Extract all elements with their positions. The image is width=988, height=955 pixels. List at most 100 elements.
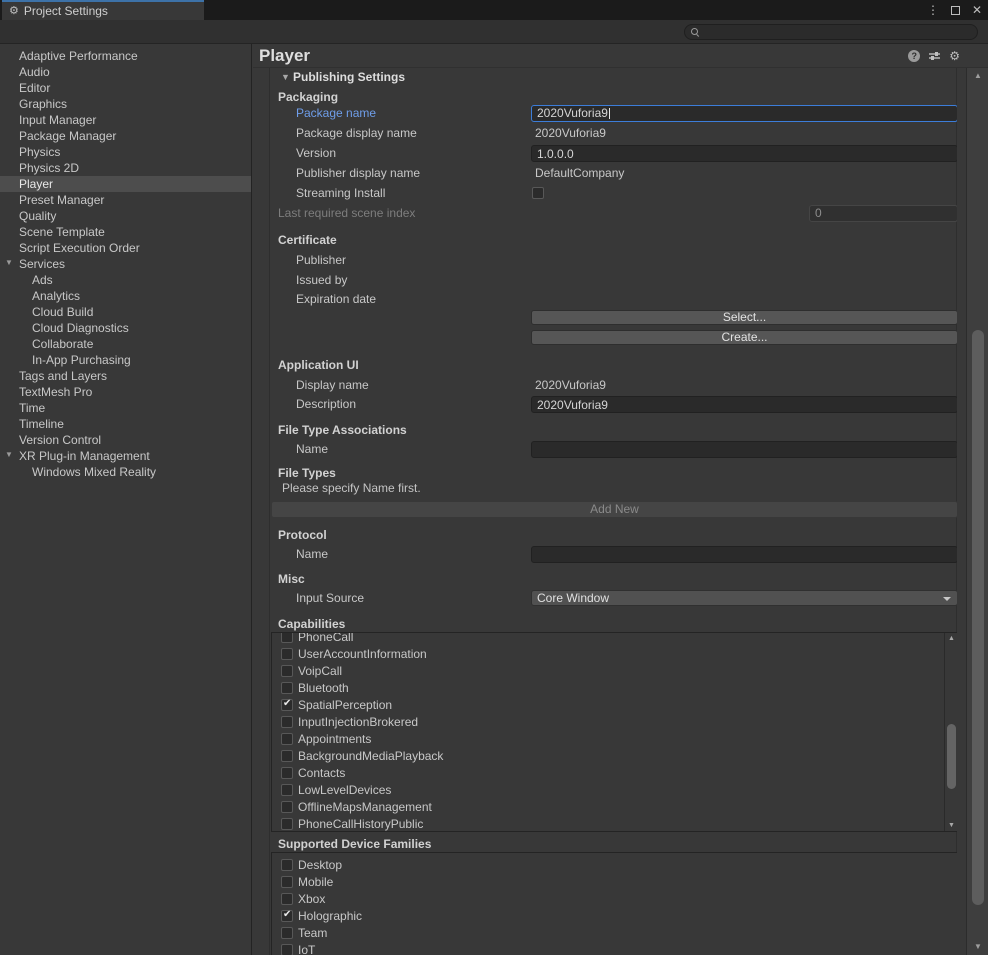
capability-row[interactable]: OfflineMapsManagement: [272, 798, 943, 815]
device-family-row[interactable]: Xbox: [272, 890, 943, 907]
sidebar-item[interactable]: ▼ Time: [0, 400, 251, 416]
capability-row[interactable]: InputInjectionBrokered: [272, 713, 943, 730]
sidebar-item[interactable]: ▼ Graphics: [0, 96, 251, 112]
capability-row[interactable]: UserAccountInformation: [272, 645, 943, 662]
capability-row[interactable]: Contacts: [272, 764, 943, 781]
capability-checkbox[interactable]: [281, 801, 293, 813]
protocol-header: Protocol: [278, 527, 327, 543]
scroll-down-arrow-icon[interactable]: ▼: [947, 822, 956, 829]
sidebar-item[interactable]: ▼ Ads: [0, 272, 251, 288]
capability-checkbox[interactable]: [281, 767, 293, 779]
streaming-install-checkbox[interactable]: [532, 187, 544, 199]
capability-row[interactable]: Appointments: [272, 730, 943, 747]
publishing-settings-foldout[interactable]: ▼ Publishing Settings: [253, 68, 957, 86]
preset-icon[interactable]: [928, 50, 941, 62]
main-scrollbar[interactable]: ▲ ▼: [966, 68, 988, 955]
device-family-row[interactable]: Team: [272, 924, 943, 941]
sidebar-item[interactable]: ▼ Services: [0, 256, 251, 272]
help-icon[interactable]: ?: [908, 50, 920, 62]
panel-settings-gear-icon[interactable]: ⚙: [949, 50, 960, 62]
certificate-publisher-label: Publisher: [296, 252, 346, 269]
sidebar-item[interactable]: ▼ Physics: [0, 144, 251, 160]
capability-checkbox[interactable]: [281, 648, 293, 660]
capability-row[interactable]: BackgroundMediaPlayback: [272, 747, 943, 764]
certificate-select-button[interactable]: Select...: [531, 310, 957, 325]
sidebar-item[interactable]: ▼ Player: [0, 176, 251, 192]
sidebar-item[interactable]: ▼ Scene Template: [0, 224, 251, 240]
capability-checkbox[interactable]: [281, 716, 293, 728]
capability-checkbox[interactable]: [281, 733, 293, 745]
device-family-checkbox[interactable]: [281, 859, 293, 871]
sidebar-item[interactable]: ▼ Quality: [0, 208, 251, 224]
foldout-arrow-icon[interactable]: ▼: [5, 450, 13, 459]
sidebar-item-label: In-App Purchasing: [32, 353, 131, 367]
search-input[interactable]: [704, 26, 971, 38]
sidebar-item[interactable]: ▼ Version Control: [0, 432, 251, 448]
capability-row[interactable]: LowLevelDevices: [272, 781, 943, 798]
sidebar-item[interactable]: ▼ Collaborate: [0, 336, 251, 352]
device-family-checkbox[interactable]: [281, 944, 293, 955]
close-icon[interactable]: ✕: [972, 4, 982, 16]
package-display-name-label: Package display name: [296, 125, 417, 142]
protocol-name-field[interactable]: [531, 546, 957, 563]
device-family-checkbox[interactable]: [281, 927, 293, 939]
version-field[interactable]: [531, 145, 957, 162]
device-family-checkbox[interactable]: [281, 893, 293, 905]
sidebar-item[interactable]: ▼ Input Manager: [0, 112, 251, 128]
capability-checkbox[interactable]: [281, 682, 293, 694]
scroll-down-arrow-icon[interactable]: ▼: [967, 942, 988, 951]
device-family-row[interactable]: Desktop: [272, 856, 943, 873]
sidebar-item[interactable]: ▼ In-App Purchasing: [0, 352, 251, 368]
sidebar-item[interactable]: ▼ Windows Mixed Reality: [0, 464, 251, 480]
sidebar-item[interactable]: ▼ TextMesh Pro: [0, 384, 251, 400]
scroll-up-arrow-icon[interactable]: ▲: [967, 71, 988, 80]
sidebar-item[interactable]: ▼ XR Plug-in Management: [0, 448, 251, 464]
capabilities-rows: PhoneCall UserAccountInformation VoipCal…: [272, 632, 943, 832]
capability-checkbox[interactable]: [281, 784, 293, 796]
search-box[interactable]: [684, 24, 978, 40]
capability-checkbox[interactable]: [281, 632, 293, 643]
capability-row[interactable]: PhoneCallHistoryPublic: [272, 815, 943, 832]
device-family-checkbox[interactable]: [281, 910, 293, 922]
fta-name-field[interactable]: [531, 441, 957, 458]
capability-checkbox[interactable]: [281, 665, 293, 677]
capability-checkbox[interactable]: [281, 750, 293, 762]
capability-row[interactable]: SpatialPerception: [272, 696, 943, 713]
display-name-value: 2020Vuforia9: [535, 377, 606, 394]
sidebar-item[interactable]: ▼ Editor: [0, 80, 251, 96]
main-scroll-thumb[interactable]: [972, 330, 984, 905]
capability-row[interactable]: Bluetooth: [272, 679, 943, 696]
sidebar-item[interactable]: ▼ Preset Manager: [0, 192, 251, 208]
input-source-dropdown[interactable]: Core Window: [531, 590, 957, 606]
sidebar-item[interactable]: ▼ Package Manager: [0, 128, 251, 144]
certificate-create-button[interactable]: Create...: [531, 330, 957, 345]
sidebar-item[interactable]: ▼ Cloud Diagnostics: [0, 320, 251, 336]
capabilities-scrollbar[interactable]: ▲ ▼: [944, 633, 957, 831]
device-family-row[interactable]: Mobile: [272, 873, 943, 890]
capabilities-scroll-thumb[interactable]: [947, 724, 956, 789]
sidebar-item[interactable]: ▼ Script Execution Order: [0, 240, 251, 256]
foldout-arrow-icon[interactable]: ▼: [5, 258, 13, 267]
device-family-checkbox[interactable]: [281, 876, 293, 888]
sidebar-item[interactable]: ▼ Tags and Layers: [0, 368, 251, 384]
sidebar-item[interactable]: ▼ Adaptive Performance: [0, 48, 251, 64]
sidebar-item[interactable]: ▼ Analytics: [0, 288, 251, 304]
sidebar-item[interactable]: ▼ Physics 2D: [0, 160, 251, 176]
description-field[interactable]: [531, 396, 957, 413]
capability-row[interactable]: PhoneCall: [272, 632, 943, 645]
add-new-button[interactable]: Add New: [271, 501, 957, 518]
device-family-row[interactable]: IoT: [272, 941, 943, 955]
device-family-row[interactable]: Holographic: [272, 907, 943, 924]
capability-row[interactable]: VoipCall: [272, 662, 943, 679]
scroll-up-arrow-icon[interactable]: ▲: [947, 635, 956, 642]
window-menu-icon[interactable]: ⋮: [927, 4, 939, 16]
maximize-icon[interactable]: [951, 6, 960, 15]
file-types-hint: Please specify Name first.: [282, 480, 421, 496]
package-name-field[interactable]: 2020Vuforia9: [531, 105, 957, 122]
sidebar-item[interactable]: ▼ Timeline: [0, 416, 251, 432]
sidebar-item[interactable]: ▼ Audio: [0, 64, 251, 80]
sidebar-item[interactable]: ▼ Cloud Build: [0, 304, 251, 320]
capability-checkbox[interactable]: [281, 818, 293, 830]
capability-checkbox[interactable]: [281, 699, 293, 711]
tab-project-settings[interactable]: ⚙ Project Settings: [2, 0, 204, 20]
